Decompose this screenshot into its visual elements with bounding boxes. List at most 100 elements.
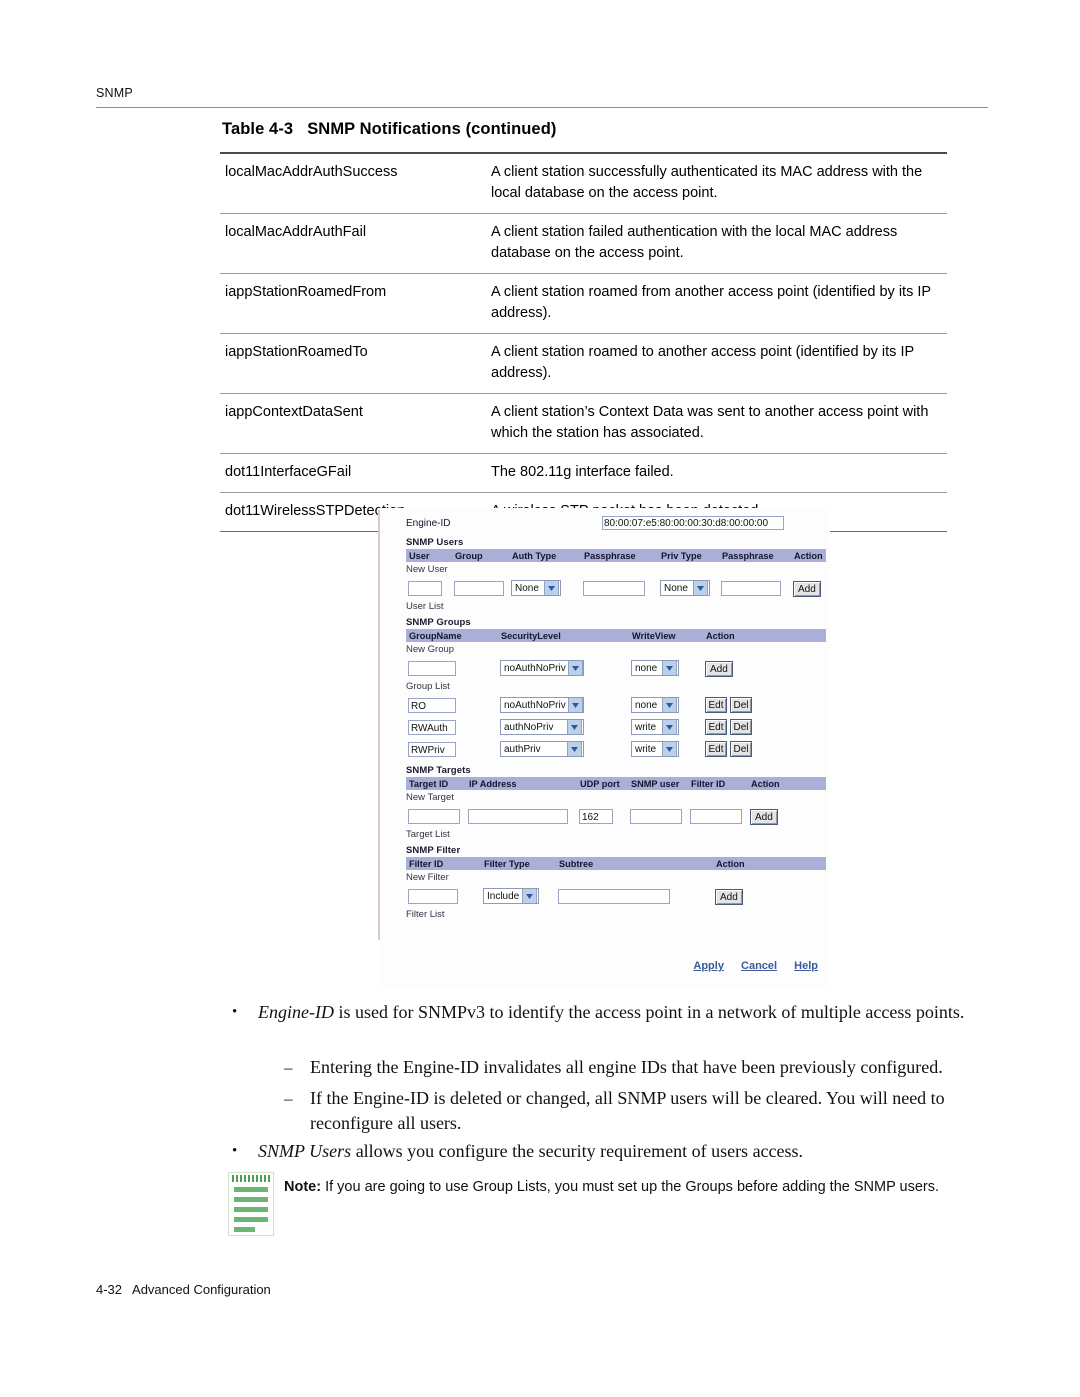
security-level-select[interactable]: noAuthNoPriv <box>500 697 584 713</box>
delete-group-button[interactable]: Del <box>730 697 752 713</box>
new-user-label: New User <box>406 564 448 575</box>
auth-passphrase-input[interactable] <box>583 580 645 596</box>
add-target-button[interactable]: Add <box>750 809 778 826</box>
priv-type-select[interactable]: None <box>660 580 710 596</box>
column-udp-port: UDP port <box>580 778 620 789</box>
notification-description: A client station successfully authentica… <box>491 152 947 214</box>
engine-id-row: Engine-ID 80:00:07:e5:80:00:00:30:d8:00:… <box>406 514 826 532</box>
delete-group-button[interactable]: Del <box>730 719 752 735</box>
bullet-snmp-users: • SNMP Users allows you configure the se… <box>232 1139 970 1164</box>
add-filter-button[interactable]: Add <box>715 889 743 906</box>
column-target-id: Target ID <box>409 778 449 789</box>
snmp-filter-header: Filter ID Filter Type Subtree Action <box>406 857 826 870</box>
snmp-user-input[interactable] <box>630 808 682 824</box>
write-view-select[interactable]: none <box>631 697 679 713</box>
form-action-links: Apply Cancel Help <box>406 960 818 972</box>
new-user-row: None None Add <box>406 577 826 599</box>
delete-group-button[interactable]: Del <box>730 741 752 757</box>
group-name-input[interactable] <box>408 660 456 676</box>
write-view-value: none <box>635 662 658 674</box>
write-view-select[interactable]: none <box>631 660 679 676</box>
dash-marker: – <box>284 1089 293 1108</box>
column-priv-type: Priv Type <box>661 550 702 561</box>
table-caption-number: Table 4-3 <box>222 120 294 138</box>
screenshot-left-border <box>378 510 380 940</box>
edit-group-button[interactable]: Edt <box>705 697 727 713</box>
filter-id-input[interactable] <box>690 808 742 824</box>
notification-description: A client station’s Context Data was sent… <box>491 393 947 454</box>
snmp-users-header: User Group Auth Type Passphrase Priv Typ… <box>406 549 826 562</box>
table-row: localMacAddrAuthFail A client station fa… <box>220 213 947 274</box>
cancel-link[interactable]: Cancel <box>741 960 777 972</box>
column-write-view: WriteView <box>632 630 676 641</box>
notification-description: A client station roamed from another acc… <box>491 273 947 334</box>
table-row: iappContextDataSent A client station’s C… <box>220 393 947 454</box>
footer-section-title: Advanced Configuration <box>132 1282 271 1297</box>
chevron-down-icon <box>693 581 708 595</box>
column-ip-address: IP Address <box>469 778 517 789</box>
add-group-button[interactable]: Add <box>705 661 733 678</box>
apply-link[interactable]: Apply <box>693 960 724 972</box>
header-rule <box>96 107 988 108</box>
target-id-input[interactable] <box>408 808 460 824</box>
security-level-select[interactable]: authNoPriv <box>500 719 584 735</box>
security-level-value: authNoPriv <box>504 721 554 733</box>
notification-name: iappContextDataSent <box>220 393 491 454</box>
group-name-input[interactable]: RO <box>408 697 456 713</box>
target-list-label: Target List <box>406 829 450 840</box>
chevron-down-icon <box>522 889 537 903</box>
edit-group-button[interactable]: Edt <box>705 741 727 757</box>
chevron-down-icon <box>662 720 677 734</box>
note-body: If you are going to use Group Lists, you… <box>321 1179 939 1195</box>
help-link[interactable]: Help <box>794 960 818 972</box>
udp-port-input[interactable]: 162 <box>579 808 613 824</box>
filter-id-input[interactable] <box>408 888 458 904</box>
page-footer: 4-32 Advanced Configuration <box>96 1282 271 1297</box>
group-name-input[interactable]: RWAuth <box>408 719 456 735</box>
chevron-down-icon <box>567 698 583 712</box>
column-priv-passphrase: Passphrase <box>722 550 774 561</box>
snmp-groups-title: SNMP Groups <box>406 617 471 628</box>
notification-description: A client station failed authentication w… <box>491 213 947 274</box>
security-level-select[interactable]: noAuthNoPriv <box>500 660 584 676</box>
priv-passphrase-input[interactable] <box>721 580 781 596</box>
group-name-input[interactable]: RWPriv <box>408 741 456 757</box>
notification-name: localMacAddrAuthFail <box>220 213 491 274</box>
notification-name: iappStationRoamedFrom <box>220 273 491 334</box>
column-auth-passphrase: Passphrase <box>584 550 636 561</box>
auth-type-select[interactable]: None <box>511 580 561 596</box>
notification-description: A client station roamed to another acces… <box>491 333 947 394</box>
table-row: iappStationRoamedFrom A client station r… <box>220 273 947 334</box>
new-target-row: 162 Add <box>406 805 826 827</box>
chevron-down-icon <box>662 698 677 712</box>
group-input[interactable] <box>454 580 504 596</box>
filter-type-value: Include <box>487 890 520 902</box>
filter-type-select[interactable]: Include <box>483 888 539 904</box>
subbullet-engine-id-deleted: – If the Engine-ID is deleted or changed… <box>284 1086 970 1136</box>
column-filter-id: Filter ID <box>409 858 444 869</box>
edit-group-button[interactable]: Edt <box>705 719 727 735</box>
chevron-down-icon <box>567 742 582 756</box>
security-level-select[interactable]: authPriv <box>500 741 584 757</box>
snmp-filter-title: SNMP Filter <box>406 845 461 856</box>
write-view-value: write <box>635 743 657 755</box>
subtree-input[interactable] <box>558 888 670 904</box>
group-list-label: Group List <box>406 681 450 692</box>
notepad-icon <box>228 1172 274 1236</box>
notepad-lines <box>234 1187 268 1237</box>
snmp-targets-title: SNMP Targets <box>406 765 471 776</box>
add-user-button[interactable]: Add <box>793 581 821 598</box>
column-group: Group <box>455 550 483 561</box>
bullet-engine-id-lead: Engine-ID <box>258 1002 334 1022</box>
write-view-select[interactable]: write <box>631 719 679 735</box>
chevron-down-icon <box>567 661 583 675</box>
write-view-select[interactable]: write <box>631 741 679 757</box>
snmp-config-screenshot: Engine-ID 80:00:07:e5:80:00:00:30:d8:00:… <box>378 508 830 988</box>
user-input[interactable] <box>408 580 442 596</box>
engine-id-input[interactable]: 80:00:07:e5:80:00:00:30:d8:00:00:00 <box>602 516 784 530</box>
security-level-value: noAuthNoPriv <box>504 699 566 711</box>
chevron-down-icon <box>567 720 582 734</box>
ip-address-input[interactable] <box>468 808 568 824</box>
subbullet-engine-id-invalidates: – Entering the Engine-ID invalidates all… <box>284 1055 970 1080</box>
column-auth-type: Auth Type <box>512 550 557 561</box>
